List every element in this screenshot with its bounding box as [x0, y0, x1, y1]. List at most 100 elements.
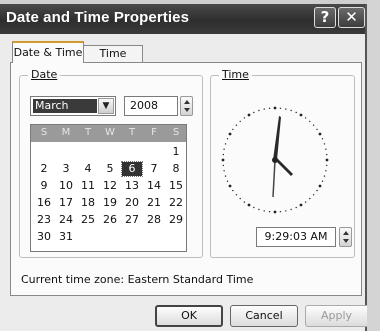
- background-page-edge: [367, 0, 380, 331]
- clock-tick: [309, 120, 311, 123]
- clock-tick: [309, 197, 311, 200]
- calendar-day[interactable]: 31: [56, 230, 76, 244]
- spin-down-icon[interactable]: [343, 239, 349, 243]
- weekday-label: T: [84, 127, 92, 138]
- clock-tick: [253, 206, 255, 209]
- calendar-day[interactable]: 2: [34, 162, 54, 176]
- calendar-day[interactable]: 26: [100, 213, 120, 227]
- calendar-day[interactable]: 12: [100, 179, 120, 193]
- calendar-day[interactable]: 10: [56, 179, 76, 193]
- clock-tick: [325, 170, 327, 172]
- clock-tick: [299, 113, 303, 117]
- clock-tick: [295, 111, 297, 114]
- clock-tick: [290, 208, 292, 211]
- clock-tick: [279, 211, 282, 213]
- calendar-day[interactable]: 3: [56, 162, 76, 176]
- calendar-day[interactable]: 23: [34, 213, 54, 227]
- clock-tick: [279, 107, 282, 109]
- clock-tick: [223, 148, 225, 150]
- calendar-day[interactable]: 9: [34, 179, 54, 193]
- cancel-button[interactable]: Cancel: [230, 305, 298, 327]
- weekday-label: M: [61, 127, 71, 138]
- clock-tick: [226, 138, 229, 140]
- month-select[interactable]: March ▼: [30, 96, 116, 116]
- clock-tick: [263, 210, 265, 212]
- analog-clock: [221, 106, 329, 214]
- clock-tick: [258, 109, 260, 112]
- time-input[interactable]: 9:29:03 AM: [256, 227, 336, 247]
- calendar-day[interactable]: 17: [56, 196, 76, 210]
- calendar-day[interactable]: 28: [144, 213, 164, 227]
- weekday-label: W: [105, 127, 115, 138]
- calendar-day[interactable]: 8: [166, 162, 186, 176]
- calendar-day[interactable]: 20: [122, 196, 142, 210]
- clock-tick: [243, 201, 246, 203]
- clock-tick: [323, 175, 326, 177]
- clock-tick: [323, 143, 326, 145]
- clock-tick: [235, 124, 238, 126]
- calendar-day[interactable]: 30: [34, 230, 54, 244]
- minute-hand: [273, 116, 281, 160]
- calendar-day[interactable]: 5: [100, 162, 120, 176]
- clock-tick: [222, 153, 224, 156]
- time-group-label: Time: [219, 68, 252, 81]
- weekday-label: S: [40, 127, 48, 138]
- clock-tick: [316, 128, 318, 131]
- clock-tick: [221, 158, 225, 162]
- clock-tick: [295, 206, 297, 209]
- clock-tick: [224, 175, 227, 177]
- calendar-day[interactable]: 22: [166, 196, 186, 210]
- clock-tick: [325, 158, 329, 162]
- calendar-day[interactable]: 21: [144, 196, 164, 210]
- calendar-weekday-header: SMTWTFS: [31, 125, 186, 142]
- calendar-day[interactable]: 18: [78, 196, 98, 210]
- chevron-down-icon[interactable]: ▼: [98, 98, 114, 114]
- calendar-day[interactable]: 16: [34, 196, 54, 210]
- clock-tick: [312, 194, 315, 196]
- clock-tick: [239, 120, 241, 123]
- time-spinner[interactable]: [339, 227, 352, 247]
- apply-button[interactable]: Apply: [305, 305, 367, 327]
- calendar-grid: SMTWTFS 1 2 3 4 5 6 7 8 9 10 11 12 13 14 15 16 17 18 19 20 2…: [30, 124, 187, 252]
- month-value: March: [33, 99, 97, 113]
- calendar-day[interactable]: 15: [166, 179, 186, 193]
- help-button[interactable]: ?: [314, 7, 336, 28]
- spin-down-icon[interactable]: [184, 108, 190, 112]
- calendar-day[interactable]: 7: [144, 162, 164, 176]
- calendar-day[interactable]: 19: [100, 196, 120, 210]
- calendar-day[interactable]: 29: [166, 213, 186, 227]
- clock-tick: [304, 117, 307, 119]
- calendar-day[interactable]: 27: [122, 213, 142, 227]
- tab-time-zone[interactable]: Time Zone: [83, 45, 143, 76]
- clock-tick: [263, 108, 265, 110]
- clock-tick: [224, 143, 227, 145]
- clock-tick: [316, 189, 318, 192]
- calendar-day[interactable]: 14: [144, 179, 164, 193]
- weekday-label: F: [151, 127, 157, 138]
- ok-button[interactable]: OK: [155, 305, 223, 327]
- spin-up-icon[interactable]: [343, 231, 349, 235]
- clock-tick: [268, 107, 271, 109]
- clock-tick: [326, 164, 328, 167]
- calendar-day[interactable]: 4: [78, 162, 98, 176]
- calendar-day[interactable]: 1: [166, 145, 186, 159]
- clock-tick: [325, 148, 327, 150]
- clock-tick: [223, 170, 225, 172]
- calendar-day[interactable]: 25: [78, 213, 98, 227]
- calendar-day[interactable]: 6: [121, 161, 143, 177]
- clock-tick: [258, 208, 260, 211]
- calendar-day[interactable]: 13: [122, 179, 142, 193]
- clock-tick: [273, 210, 277, 214]
- date-group-label: Date: [28, 68, 61, 81]
- clock-tick: [299, 203, 303, 207]
- year-spinner[interactable]: [180, 96, 193, 116]
- calendar-day[interactable]: 24: [56, 213, 76, 227]
- year-input[interactable]: 2008: [124, 96, 178, 116]
- clock-tick: [321, 138, 324, 140]
- tab-date-time[interactable]: Date & Time: [12, 41, 84, 63]
- close-button[interactable]: ✕: [338, 7, 365, 28]
- spin-up-icon[interactable]: [184, 100, 190, 104]
- calendar-day[interactable]: 11: [78, 179, 98, 193]
- clock-tick: [285, 210, 287, 212]
- title-bar[interactable]: Date and Time Properties ? ✕: [0, 4, 365, 34]
